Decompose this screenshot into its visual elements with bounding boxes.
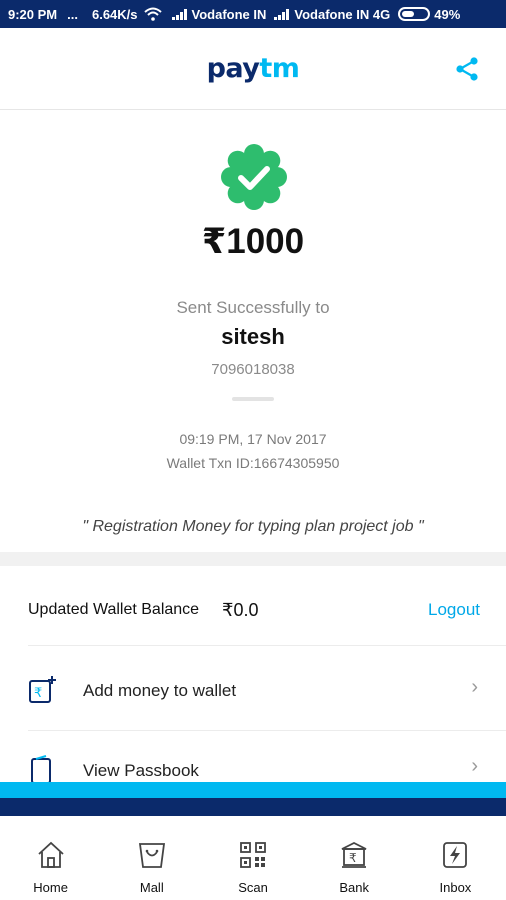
tab-mall[interactable]: Mall xyxy=(101,816,202,900)
status-time: 9:20 PM xyxy=(8,6,58,22)
signal-icon xyxy=(274,8,290,20)
transaction-amount: ₹1000 xyxy=(201,222,305,261)
chevron-right-icon: › xyxy=(471,755,478,777)
tab-home[interactable]: Home xyxy=(0,816,101,900)
wifi-icon xyxy=(143,7,162,21)
share-icon[interactable] xyxy=(454,56,480,82)
mall-bag-icon xyxy=(138,843,165,868)
wallet-balance-value: ₹0.0 xyxy=(222,600,259,620)
logo-part-tm: tm xyxy=(259,53,300,84)
qr-scan-icon xyxy=(240,842,266,868)
status-notification-dots: ... xyxy=(67,6,78,22)
wallet-balance-label: Updated Wallet Balance xyxy=(28,601,200,618)
wallet-add-icon: ₹ xyxy=(29,676,56,703)
logo-part-pay: pay xyxy=(206,53,260,84)
bottom-tab-bar: Home Mall Scan ₹ Bank Inbox xyxy=(0,816,506,900)
success-check-icon xyxy=(221,144,287,210)
passbook-icon xyxy=(31,755,51,784)
battery-icon xyxy=(398,7,431,21)
divider xyxy=(232,397,274,401)
section-separator xyxy=(0,552,506,566)
status-bar: 9:20 PM ... 6.64K/s Vodafone IN Vodafone… xyxy=(0,0,506,28)
divider xyxy=(28,645,506,646)
wallet-balance-row: Updated Wallet Balance ₹0.0 Logout xyxy=(0,566,506,646)
tab-label: Bank xyxy=(339,880,370,895)
svg-text:₹: ₹ xyxy=(34,686,42,701)
recipient-phone: 7096018038 xyxy=(211,361,295,378)
transaction-datetime: 09:19 PM, 17 Nov 2017 xyxy=(179,431,327,447)
tab-label: Scan xyxy=(238,880,268,895)
inbox-bolt-icon xyxy=(443,842,468,868)
promo-band-dark xyxy=(0,798,506,816)
tab-scan[interactable]: Scan xyxy=(202,816,303,900)
home-icon xyxy=(37,841,64,868)
bank-icon: ₹ xyxy=(341,841,367,868)
list-item-label: Add money to wallet xyxy=(83,681,237,700)
list-item-add-money[interactable]: ₹ Add money to wallet › xyxy=(0,648,506,728)
tab-label: Mall xyxy=(139,880,164,895)
status-battery-level: 49% xyxy=(434,6,461,22)
status-carrier-1: Vodafone IN xyxy=(191,6,267,22)
svg-text:₹: ₹ xyxy=(349,851,357,865)
logout-link[interactable]: Logout xyxy=(428,600,480,620)
sent-status-label: Sent Successfully to xyxy=(176,298,330,317)
tab-label: Inbox xyxy=(439,880,472,895)
tab-label: Home xyxy=(33,880,68,895)
chevron-right-icon: › xyxy=(471,676,478,698)
transaction-id: Wallet Txn ID:16674305950 xyxy=(166,455,340,471)
signal-icon xyxy=(171,8,188,20)
promo-band xyxy=(0,782,506,798)
transaction-note: " Registration Money for typing plan pro… xyxy=(82,518,424,535)
paytm-logo: paytm xyxy=(207,53,300,84)
status-network-speed: 6.64K/s xyxy=(91,6,138,22)
app-header: paytm xyxy=(0,28,506,110)
tab-inbox[interactable]: Inbox xyxy=(405,816,506,900)
list-item-label: View Passbook xyxy=(83,761,199,780)
tab-bank[interactable]: ₹ Bank xyxy=(304,816,405,900)
status-carrier-2: Vodafone IN 4G xyxy=(294,6,391,22)
recipient-name: sitesh xyxy=(221,324,285,349)
